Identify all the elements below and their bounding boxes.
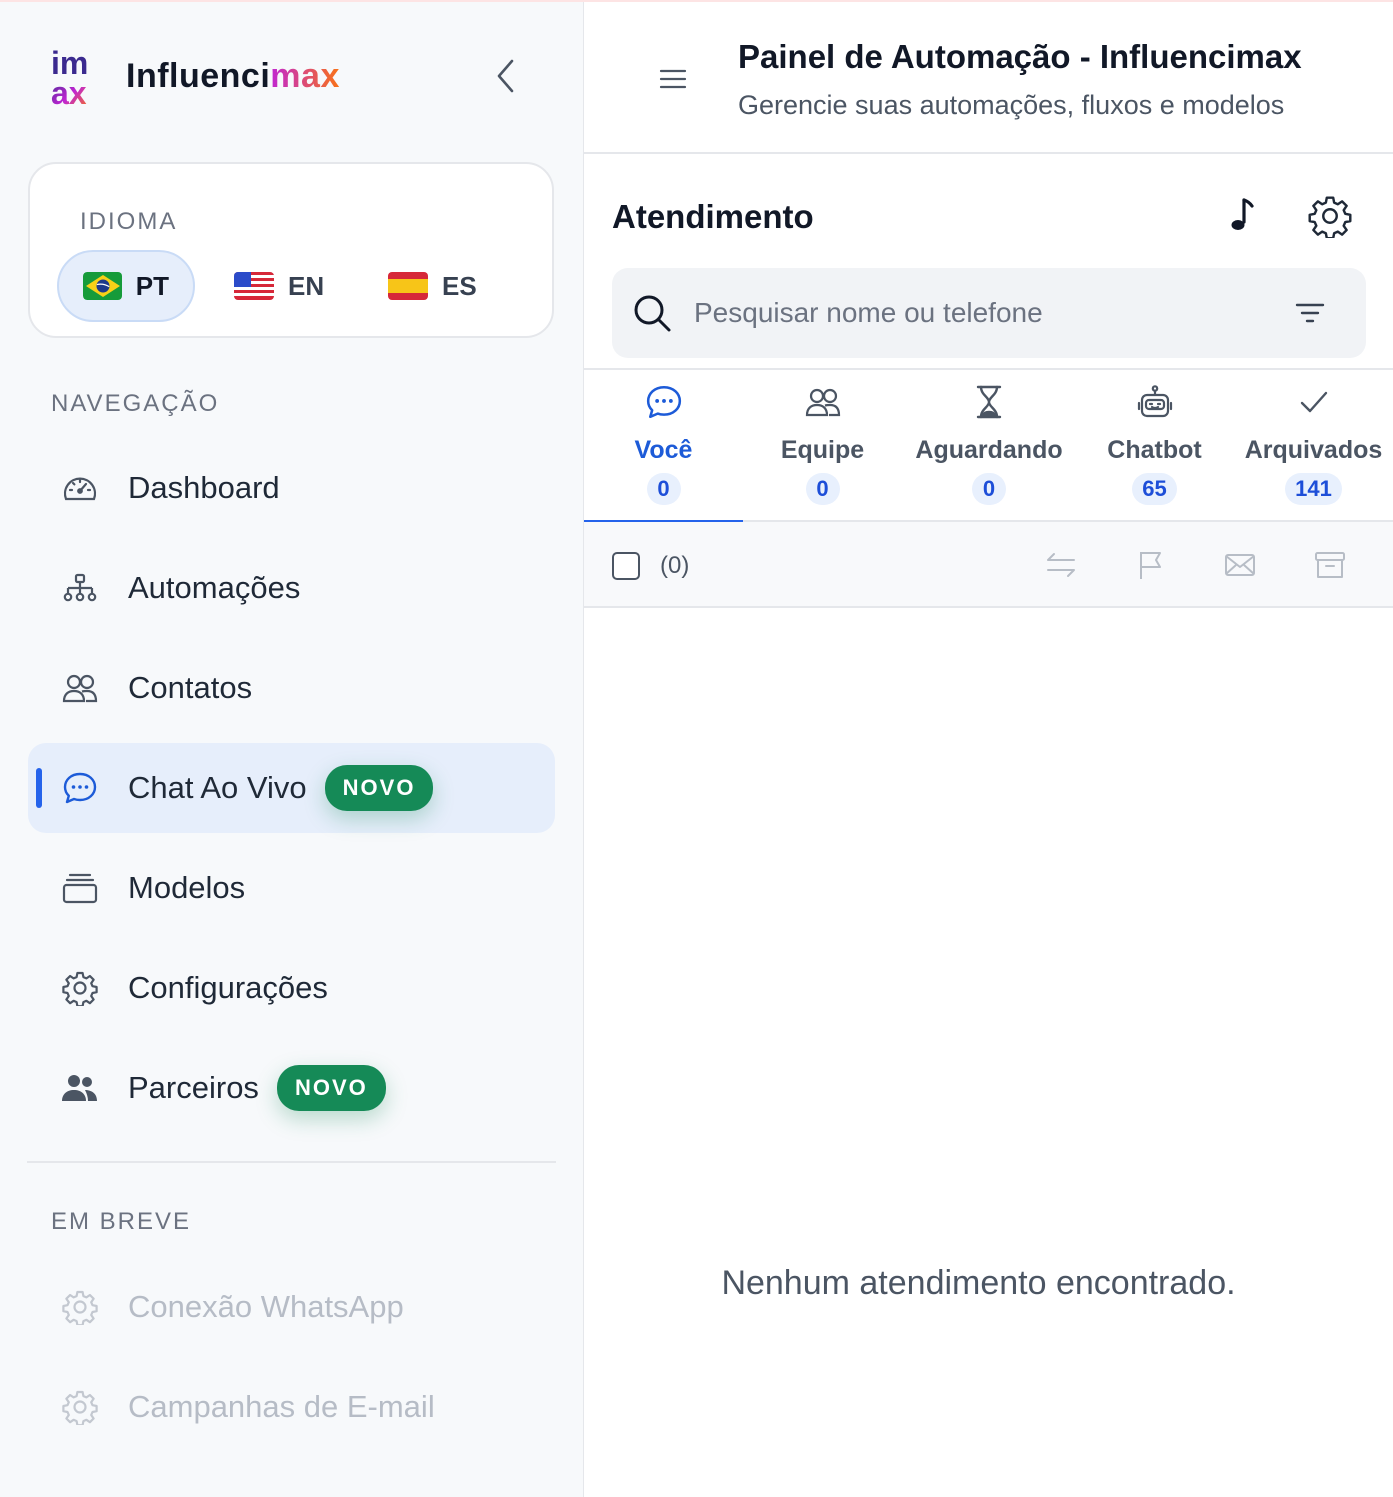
nav-item-dashboard[interactable]: Dashboard: [28, 443, 555, 533]
tab-equipe[interactable]: Equipe 0: [743, 370, 902, 522]
empty-state-message: Nenhum atendimento encontrado.: [721, 1264, 1236, 1302]
tab-count: 0: [646, 473, 681, 505]
brand-name: Influencimax: [126, 57, 340, 96]
brand[interactable]: im ax Influencimax: [50, 44, 340, 111]
nav-label: Parceiros: [128, 1070, 259, 1105]
nav-label: Contatos: [128, 670, 253, 705]
page-title: Painel de Automação - Influencimax: [738, 38, 1302, 75]
filter-icon[interactable]: [1294, 298, 1326, 330]
brand-logo: im ax: [50, 44, 106, 111]
gear-icon: [60, 968, 100, 1008]
hamburger-icon: [659, 69, 687, 89]
new-badge: NOVO: [324, 765, 434, 811]
search-input[interactable]: [692, 296, 1256, 330]
usa-flag-icon: [234, 272, 274, 300]
nav-item-configuracoes[interactable]: Configurações: [28, 943, 555, 1033]
tab-label: Você: [634, 436, 693, 464]
tab-count: 141: [1285, 473, 1342, 505]
music-note-icon: [1231, 198, 1254, 230]
transfer-icon[interactable]: [1044, 548, 1078, 582]
gear-icon: [1308, 196, 1352, 240]
brand-name-prefix: Influenci: [126, 56, 271, 95]
select-all-checkbox[interactable]: [612, 552, 640, 580]
sound-toggle-button[interactable]: [1222, 196, 1262, 236]
tab-voce[interactable]: Você 0: [584, 370, 743, 524]
tab-label: Equipe: [780, 436, 865, 464]
menu-button[interactable]: [658, 64, 688, 94]
users-icon: [803, 382, 843, 422]
brazil-flag-icon: [83, 272, 122, 300]
language-code: PT: [135, 270, 169, 301]
tab-count: 0: [972, 473, 1006, 505]
layers-icon: [60, 868, 100, 908]
robot-icon: [1135, 382, 1175, 422]
search-icon: [634, 295, 671, 332]
bulk-action-bar: (0): [584, 522, 1393, 608]
nav-item-automacoes[interactable]: Automações: [28, 543, 555, 633]
gear-icon: [60, 1387, 100, 1427]
people-icon: [60, 1068, 100, 1108]
tab-chatbot[interactable]: Chatbot 65: [1075, 370, 1234, 522]
language-option-es[interactable]: ES: [364, 250, 501, 322]
flag-icon[interactable]: [1134, 548, 1168, 582]
language-selector: IDIOMA PT EN ES: [28, 162, 554, 338]
page-subtitle: Gerencie suas automações, fluxos e model…: [738, 90, 1285, 120]
sidebar-divider: [27, 1161, 556, 1163]
nav-label: Dashboard: [128, 470, 280, 505]
search-bar: [612, 268, 1366, 358]
soon-section-label: EM BREVE: [51, 1208, 192, 1235]
sitemap-icon: [60, 568, 100, 608]
nav-label: Chat Ao Vivo: [128, 770, 307, 805]
chat-icon: [60, 768, 100, 808]
tab-aguardando[interactable]: Aguardando 0: [910, 370, 1068, 522]
sidebar: im ax Influencimax IDIOMA PT EN ES NAVEG…: [0, 2, 584, 1497]
nav-item-campanhas-email: Campanhas de E-mail: [28, 1362, 555, 1452]
nav-item-modelos[interactable]: Modelos: [28, 843, 555, 933]
main-content: Painel de Automação - Influencimax Geren…: [584, 2, 1393, 1497]
nav-label: Automações: [128, 570, 301, 605]
tab-count: 65: [1132, 473, 1177, 505]
tab-count: 0: [805, 473, 840, 505]
chat-icon: [644, 382, 684, 422]
collapse-sidebar-button[interactable]: [486, 56, 526, 96]
mail-icon[interactable]: [1223, 548, 1257, 582]
svg-text:ax: ax: [51, 75, 87, 108]
page-header: Painel de Automação - Influencimax Geren…: [584, 2, 1393, 154]
language-option-en[interactable]: EN: [210, 250, 348, 322]
chevron-left-icon: [497, 59, 514, 93]
language-option-pt[interactable]: PT: [57, 250, 195, 322]
selected-count: (0): [660, 552, 690, 579]
nav-label: Configurações: [128, 970, 328, 1005]
settings-button[interactable]: [1308, 194, 1352, 240]
brand-name-suffix: max: [270, 56, 340, 95]
check-icon: [1294, 382, 1334, 422]
nav-label: Modelos: [128, 870, 246, 905]
spain-flag-icon: [388, 272, 428, 300]
tab-label: Aguardando: [915, 436, 1063, 464]
nav-item-contatos[interactable]: Contatos: [28, 643, 555, 733]
users-icon: [60, 668, 100, 708]
tab-arquivados[interactable]: Arquivados 141: [1234, 370, 1393, 522]
gauge-icon: [60, 468, 100, 508]
tab-label: Chatbot: [1107, 436, 1202, 464]
archive-icon[interactable]: [1313, 548, 1347, 582]
language-title: IDIOMA: [80, 208, 178, 235]
nav-label: Campanhas de E-mail: [128, 1389, 435, 1424]
nav-item-chat-ao-vivo[interactable]: Chat Ao Vivo NOVO: [28, 743, 555, 833]
gear-icon: [60, 1287, 100, 1327]
hourglass-icon: [969, 382, 1009, 422]
language-code: ES: [442, 270, 477, 301]
language-code: EN: [288, 270, 325, 301]
new-badge: NOVO: [276, 1065, 386, 1111]
nav-item-conexao-whatsapp: Conexão WhatsApp: [28, 1262, 555, 1352]
nav-section-label: NAVEGAÇÃO: [51, 390, 220, 417]
nav-label: Conexão WhatsApp: [128, 1289, 404, 1324]
tab-label: Arquivados: [1244, 436, 1383, 464]
nav-item-parceiros[interactable]: Parceiros NOVO: [28, 1043, 555, 1133]
panel-title: Atendimento: [612, 198, 814, 235]
conversation-tabs: Você 0 Equipe 0 Aguardando 0 Chatbot 65: [584, 368, 1393, 524]
